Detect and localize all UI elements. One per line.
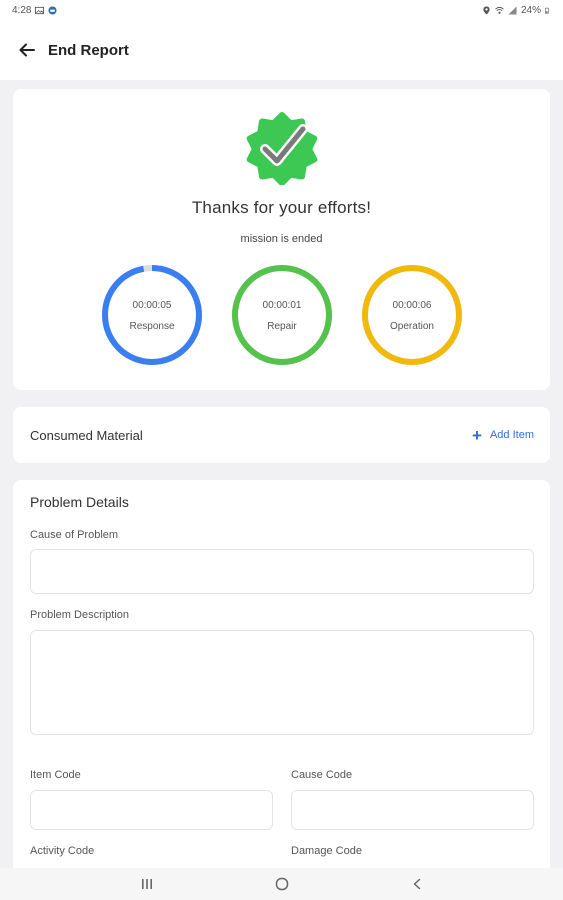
home-button[interactable] <box>267 874 297 894</box>
cause-code-label: Cause Code <box>291 769 353 781</box>
recents-button[interactable] <box>132 874 162 894</box>
battery-icon <box>545 7 549 13</box>
status-time: 4:28 <box>12 4 32 16</box>
mission-summary-card: Thanks for your efforts! mission is ende… <box>13 89 550 390</box>
add-item-button[interactable]: + Add Item <box>472 427 534 444</box>
operation-ring <box>362 265 462 365</box>
home-icon <box>275 877 288 891</box>
activity-code-label: Activity Code <box>30 845 95 857</box>
location-icon <box>483 5 490 15</box>
repair-ring <box>232 265 332 365</box>
problem-details-card: Problem Details Cause of Problem Problem… <box>13 480 550 868</box>
problem-description-label: Problem Description <box>30 609 130 621</box>
problem-details-title: Problem Details <box>30 494 129 510</box>
response-label: Response <box>129 321 175 332</box>
system-navigation-bar <box>0 868 563 900</box>
operation-label: Operation <box>390 321 434 332</box>
page-title: End Report <box>48 41 129 59</box>
status-right: 24% <box>482 5 551 16</box>
cause-of-problem-input[interactable] <box>30 549 534 594</box>
item-code-input[interactable] <box>30 790 273 830</box>
damage-code-label: Damage Code <box>291 845 362 857</box>
verified-badge-icon <box>246 112 318 185</box>
operation-timer: 00:00:06 Operation <box>361 264 463 366</box>
repair-time: 00:00:01 <box>262 300 302 311</box>
nav-back-button[interactable] <box>402 874 432 894</box>
status-bar: 4:28 24% <box>0 0 563 20</box>
consumed-material-title: Consumed Material <box>30 427 143 443</box>
cause-code-input[interactable] <box>291 790 534 830</box>
response-time: 00:00:05 <box>132 300 172 311</box>
recents-icon <box>141 879 152 889</box>
cause-of-problem-label: Cause of Problem <box>30 529 119 541</box>
repair-label: Repair <box>267 321 297 332</box>
back-button[interactable] <box>14 37 40 63</box>
operation-time: 00:00:06 <box>392 300 432 311</box>
add-item-label: Add Item <box>489 429 534 441</box>
status-left: 4:28 <box>12 4 58 16</box>
wifi-icon <box>495 6 504 14</box>
nav-back-icon <box>413 878 420 890</box>
gallery-notification-icon <box>35 6 45 14</box>
problem-description-input[interactable] <box>30 630 534 735</box>
app-bar: End Report <box>0 20 563 80</box>
plus-icon: + <box>472 425 482 445</box>
thanks-message: Thanks for your efforts! <box>191 198 372 217</box>
signal-icon <box>508 5 517 15</box>
item-code-label: Item Code <box>30 769 81 781</box>
consumed-material-card: Consumed Material + Add Item <box>13 407 550 463</box>
response-timer: 00:00:05 Response <box>101 264 203 366</box>
app-notification-icon <box>48 5 58 15</box>
back-arrow-icon <box>19 43 35 57</box>
response-ring <box>102 265 202 365</box>
mission-status: mission is ended <box>240 233 323 245</box>
repair-timer: 00:00:01 Repair <box>231 264 333 366</box>
battery-percent: 24% <box>520 4 541 16</box>
